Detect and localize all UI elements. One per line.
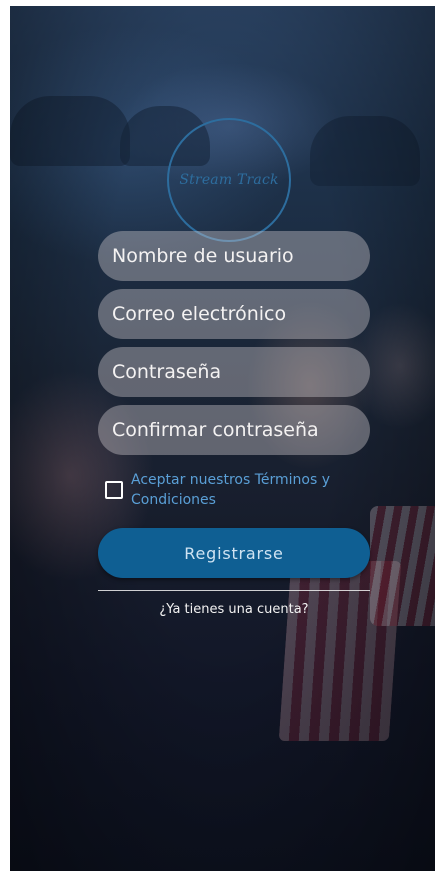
confirm-password-field[interactable] [98, 405, 370, 455]
app-logo: Stream Track [167, 118, 291, 242]
confirm-password-input[interactable] [112, 419, 356, 441]
username-field[interactable] [98, 231, 370, 281]
password-field[interactable] [98, 347, 370, 397]
username-input[interactable] [112, 245, 356, 267]
login-link[interactable]: ¿Ya tienes una cuenta? [98, 602, 370, 617]
terms-label[interactable]: Aceptar nuestros Términos y Condiciones [131, 470, 361, 510]
email-input[interactable] [112, 303, 356, 325]
logo-text: Stream Track [179, 172, 279, 188]
checkbox-unchecked-icon[interactable] [105, 481, 123, 499]
divider [98, 590, 370, 591]
signup-screen: Stream Track Aceptar nuestros Términos y… [10, 6, 435, 871]
password-input[interactable] [112, 361, 356, 383]
terms-row: Aceptar nuestros Términos y Condiciones [105, 470, 355, 518]
email-field[interactable] [98, 289, 370, 339]
register-button[interactable]: Registrarse [98, 528, 370, 578]
